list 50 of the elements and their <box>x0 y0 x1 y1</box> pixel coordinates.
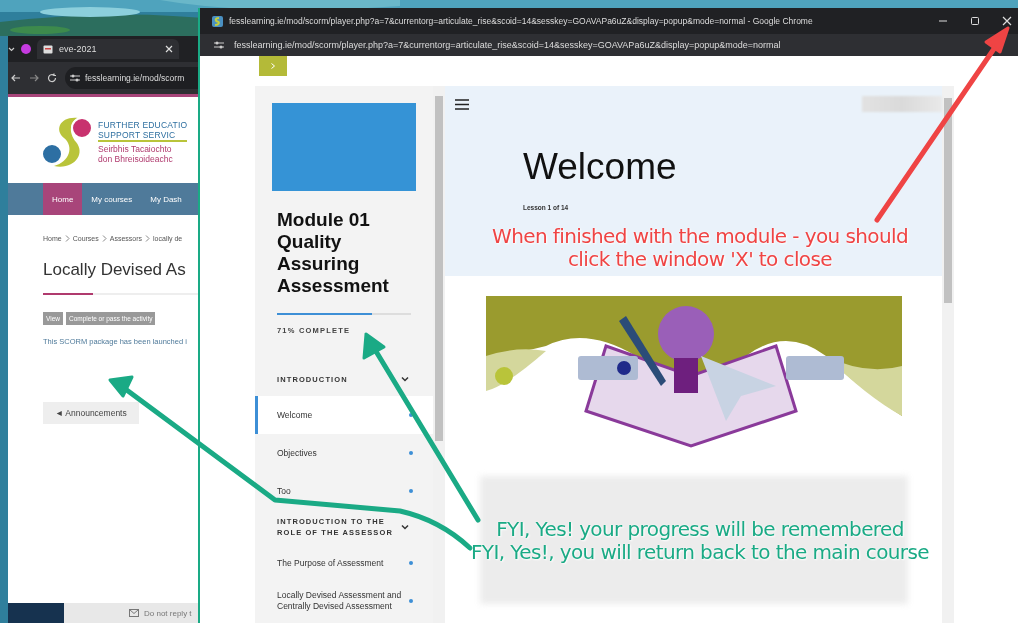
maximize-icon[interactable] <box>970 16 980 26</box>
footer-text: Do not reply t <box>144 608 192 618</box>
nav-link[interactable]: Home <box>43 183 83 215</box>
page-heading: Locally Devised As <box>43 260 187 280</box>
status-dot <box>409 489 413 493</box>
address-bar[interactable]: fesslearning.ie/mod/scorm <box>65 67 198 89</box>
back-arrow-icon[interactable] <box>11 73 21 83</box>
nav-link[interactable]: My courses <box>82 183 142 215</box>
previous-activity-button[interactable]: ◄ Announcements <box>43 402 139 424</box>
reload-icon[interactable] <box>47 73 57 83</box>
logo-text: SUPPORT SERVIC <box>98 130 177 140</box>
window-title: fesslearning.ie/mod/scorm/player.php?a=7&currentorg=articulate_rise&scoid=14&sesskey=GOAVAPa6uZ&display=popup&mode=normal - Google Chrome <box>229 16 814 26</box>
annotation-text: When finished with the module - you should click the window 'X' to close <box>490 225 910 271</box>
scrollbar[interactable] <box>433 86 445 623</box>
page-panel <box>8 603 64 623</box>
site-info-icon <box>70 74 80 82</box>
annotation-text: FYI, Yes!, you will return back to the main course <box>470 541 930 564</box>
lesson-title: Welcome <box>523 146 678 188</box>
page-icon <box>43 44 53 54</box>
browser-tab[interactable]: eve-2021 <box>37 39 179 59</box>
lesson-item[interactable]: Welcome <box>255 396 433 434</box>
status-dot <box>409 599 413 603</box>
status-dot <box>409 451 413 455</box>
scrollbar[interactable] <box>942 86 954 623</box>
lesson-item[interactable]: Locally Devised Assessment and Centrally Devised Assessment <box>255 582 433 620</box>
lesson-item[interactable]: Objectives <box>255 434 433 472</box>
logo-text: Seirbhis Tacaiochto <box>98 140 188 154</box>
course-title: Module 01 Quality Assuring Assessment <box>277 209 390 297</box>
chevron-right-icon <box>101 235 107 242</box>
chevron-right-icon <box>64 235 70 242</box>
annotation-text: FYI, Yes! your progress will be remembered <box>495 518 905 541</box>
status-dot <box>409 413 413 417</box>
logo-text: FURTHER EDUCATIO <box>98 120 188 130</box>
profile-icon[interactable] <box>21 44 31 54</box>
status-dot <box>409 561 413 565</box>
chevron-right-icon <box>145 235 151 242</box>
logo-text: don Bhreisoideachc <box>98 154 174 164</box>
envelope-icon <box>129 609 139 617</box>
nav-link[interactable]: My Dash <box>141 183 191 215</box>
lesson-item[interactable]: The Purpose of Assessment <box>255 544 433 582</box>
forward-arrow-icon[interactable] <box>29 73 39 83</box>
lesson-item[interactable]: Too <box>255 472 433 510</box>
menu-icon[interactable] <box>455 98 469 110</box>
site-info-icon <box>214 41 224 49</box>
close-icon[interactable] <box>1002 16 1012 26</box>
chevron-down-icon[interactable] <box>8 46 15 52</box>
app-icon <box>212 15 223 27</box>
close-icon[interactable] <box>165 45 173 53</box>
chevron-right-icon <box>271 63 275 69</box>
address-bar[interactable]: fesslearning.ie/mod/scorm/player.php?a=7&currentorg=articulate_rise&scoid=14&sesskey=GOAVAPa6uZ&display=popup&mode=normal <box>200 34 1018 56</box>
